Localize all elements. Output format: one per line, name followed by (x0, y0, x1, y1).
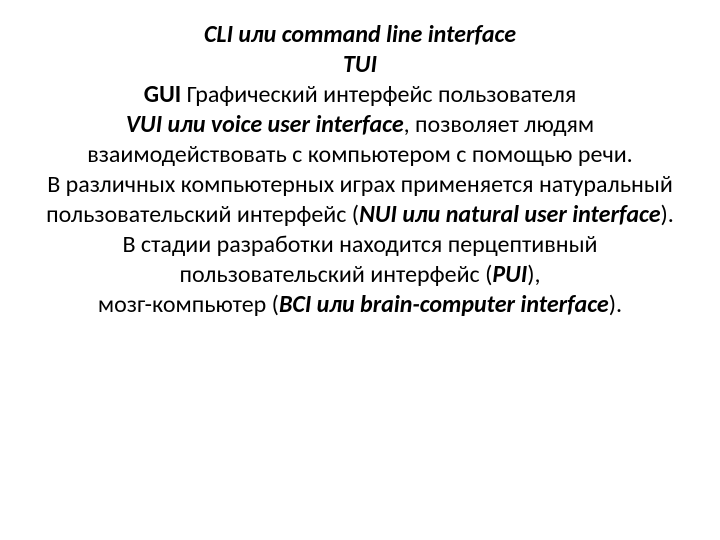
line-cli: CLI или command line interface (204, 20, 516, 49)
line-bci-em: BCI или brain-computer interface (279, 290, 609, 319)
slide-content: CLI или command line interface TUI GUI Г… (0, 0, 720, 540)
line-bci-pre: мозг-компьютер ( (98, 290, 279, 319)
line-gui-rest: Графический интерфейс пользователя (181, 80, 576, 109)
line-vui-em: VUI или voice user interface (126, 110, 404, 139)
line-nui-em: NUI или natural user interface (359, 200, 660, 229)
line-bci-post: ). (609, 290, 622, 319)
line-tui: TUI (343, 50, 377, 79)
line-pui-post: ), (527, 260, 540, 289)
line-pui-em: PUI (492, 260, 527, 289)
line-gui-bold: GUI (144, 80, 181, 109)
line-nui-post: ). (661, 200, 674, 229)
